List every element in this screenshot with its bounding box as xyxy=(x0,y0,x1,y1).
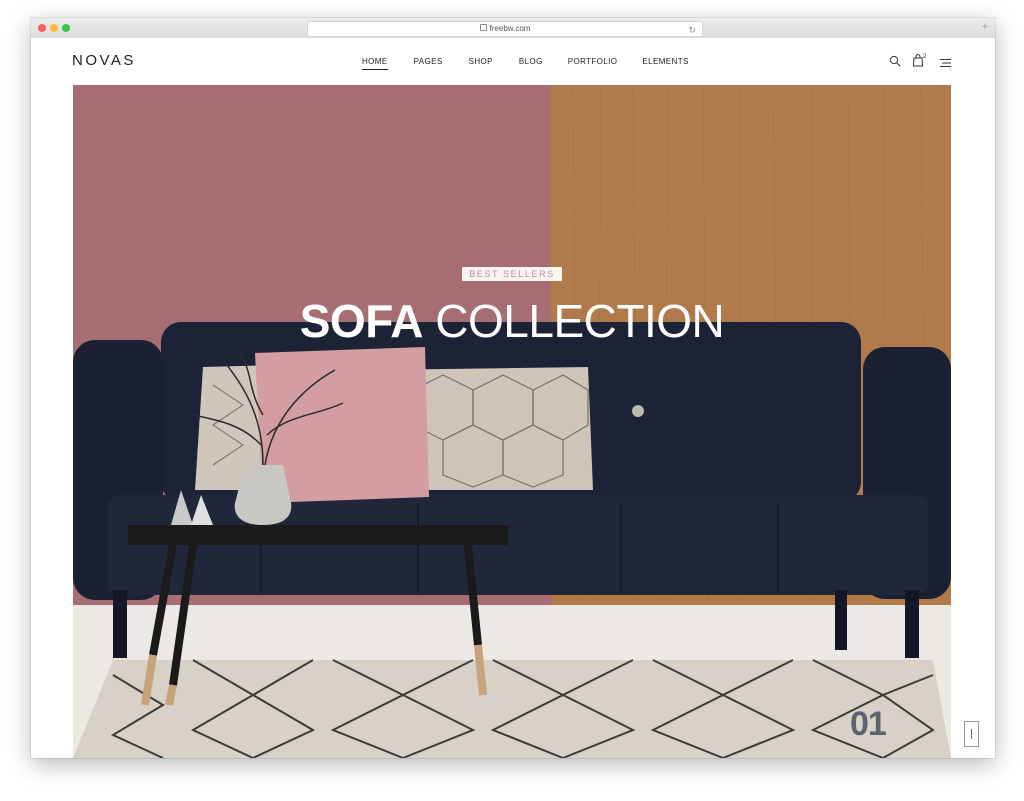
site-logo[interactable]: NOVAS xyxy=(72,52,136,69)
browser-window: freebw.com ↻ + NOVAS HOME PAGES SHOP BLO… xyxy=(31,18,995,758)
search-icon[interactable] xyxy=(889,54,903,68)
menu-icon[interactable] xyxy=(939,55,952,67)
browser-toolbar: freebw.com ↻ + xyxy=(31,18,995,39)
site-header: NOVAS HOME PAGES SHOP BLOG PORTFOLIO ELE… xyxy=(31,38,995,85)
hero-image xyxy=(73,85,951,758)
hero-slider: BEST SELLERS SOFA COLLECTION 01 /03 xyxy=(73,85,951,758)
new-tab-button[interactable]: + xyxy=(979,22,991,34)
reload-icon[interactable]: ↻ xyxy=(688,23,696,37)
hero-title-light: COLLECTION xyxy=(435,295,725,347)
header-icons: 2 xyxy=(889,54,952,68)
minimize-window-button[interactable] xyxy=(50,24,58,32)
close-window-button[interactable] xyxy=(38,24,46,32)
hero-title: SOFA COLLECTION xyxy=(73,293,951,349)
scroll-indicator-bar xyxy=(971,729,972,739)
nav-shop[interactable]: SHOP xyxy=(469,57,493,66)
nav-blog[interactable]: BLOG xyxy=(519,57,543,66)
slide-counter-current: 01 xyxy=(850,705,887,743)
cart-count-badge: 2 xyxy=(923,54,927,60)
nav-elements[interactable]: ELEMENTS xyxy=(642,57,688,66)
address-bar-url: freebw.com xyxy=(489,24,531,33)
maximize-window-button[interactable] xyxy=(62,24,70,32)
nav-home[interactable]: HOME xyxy=(362,57,388,70)
nav-pages[interactable]: PAGES xyxy=(414,57,443,66)
hero-title-bold: SOFA xyxy=(299,295,424,347)
hero-badge: BEST SELLERS xyxy=(462,267,562,281)
address-bar[interactable]: freebw.com ↻ xyxy=(307,21,703,37)
lock-icon xyxy=(479,24,487,32)
scroll-indicator[interactable] xyxy=(964,721,979,747)
slide-counter-total: /03 xyxy=(896,711,906,718)
nav-portfolio[interactable]: PORTFOLIO xyxy=(568,57,618,66)
main-nav: HOME PAGES SHOP BLOG PORTFOLIO ELEMENTS xyxy=(362,57,689,70)
